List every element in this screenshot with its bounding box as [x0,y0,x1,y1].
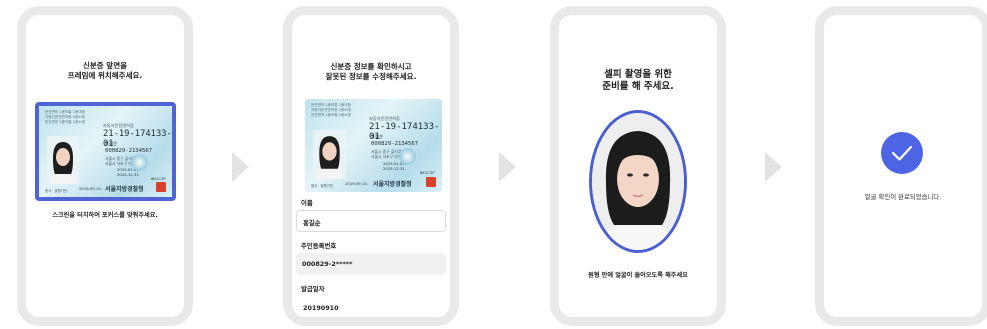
face-capture-oval [589,110,687,253]
id-front-instruction: 신분증 앞면을 프레임에 위치해주세요. [67,61,143,80]
id-card-header: 운전면허 1종보통 1종대형 자동차운전면허증 2종소형 운전면허 2종보통 1… [311,103,351,117]
issue-date-field[interactable]: 20190910 [296,296,446,317]
id-card-issue-line: 2019.09.10. [79,186,102,191]
face-verification-complete: 얼굴 확인이 완료되었습니다. [864,193,942,201]
selfie-instruction: 셀피 촬영을 위한 준비를 해 주세요. [602,69,674,92]
id-card-address: 서울시 중구 을지로 서울시 서초구 반포 [371,149,402,159]
selfie-photo [592,113,684,250]
name-field[interactable]: 홍길순 [296,210,446,232]
rrn-field[interactable]: 000829-2***** [296,253,446,275]
verify-info-instruction: 신분증 정보를 확인하시고 잘못된 정보를 수정해주세요. [325,62,417,81]
phone-frame-step-4: 얼굴 확인이 완료되었습니다. [815,6,987,326]
id-card-image: 운전면허 1종보통 1종대형 자동차운전면허증 2종소형 운전면허 2종보통 1… [39,106,172,197]
id-card-code: 6K1C3P [420,170,435,175]
name-field-value: 홍길순 [303,219,321,227]
id-card-header: 운전면허 1종보통 1종대형 자동차운전면허증 2종소형 운전면허 2종보통 1… [45,110,85,124]
phone-frame-step-3: 셀피 촬영을 위한 준비를 해 주세요. 원형 안에 얼굴이 들어오도록 해주세… [550,6,726,326]
id-card-authority: 서울지방경찰청 [373,181,412,188]
id-card-photo [313,130,346,179]
id-card-issue-line: 2019.09.10. [345,181,368,186]
id-card-seal [426,177,436,187]
rrn-field-value: 000829-2***** [302,260,353,268]
issue-date-field-value: 20190910 [303,304,339,312]
id-card-rrn: 000829-2134567 [371,141,419,147]
hologram [399,148,416,165]
id-card-seal [156,182,166,192]
id-card-code: 6K1C3P [151,176,166,181]
id-card-rrn: 000829-2134567 [105,148,153,154]
id-card-name: 홍길순 [371,135,384,140]
field-label-name: 이름 [301,199,313,207]
id-card-authority: 서울지방경찰청 [105,186,144,193]
id-card-photo [47,136,79,184]
hologram [131,154,148,171]
focus-instruction: 스크린을 터치하여 포커스를 맞춰주세요. [52,212,158,219]
next-arrow-icon [232,152,249,182]
next-arrow-icon [765,152,782,182]
id-card-name: 홍길순 [105,142,118,147]
next-arrow-icon [499,152,516,182]
field-label-issue-date: 발급일자 [301,285,325,293]
field-label-rrn: 주민등록번호 [301,242,337,250]
check-icon [881,132,923,174]
phone-frame-step-2: 신분증 정보를 확인하시고 잘못된 정보를 수정해주세요. 운전면허 1종보통 … [283,6,459,326]
phone-frame-step-1: 신분증 앞면을 프레임에 위치해주세요. 운전면허 1종보통 1종대형 자동차운… [17,6,193,326]
id-card-footer-tag: 형식 · 발행기관 [311,184,333,188]
face-position-instruction: 원형 안에 얼굴이 들어오도록 해주세요 [588,272,688,279]
id-card-footer-tag: 형식 · 발행기관 [45,189,67,193]
id-card-image: 운전면허 1종보통 1종대형 자동차운전면허증 2종소형 운전면허 2종보통 1… [305,99,442,192]
